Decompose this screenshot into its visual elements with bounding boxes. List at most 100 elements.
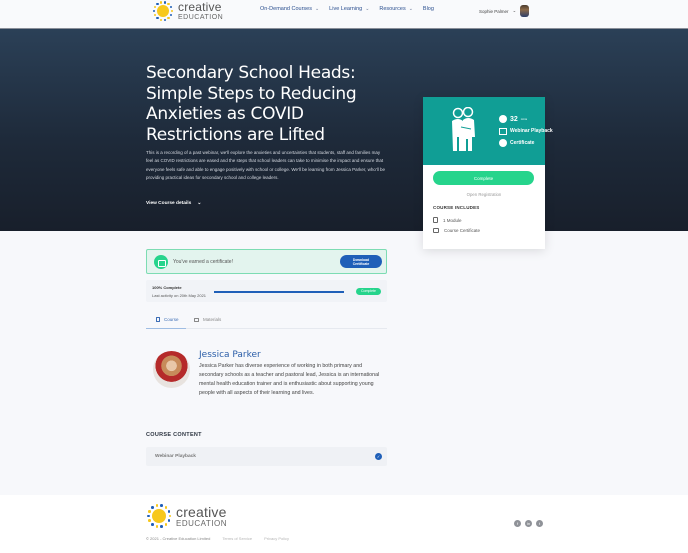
sun-ray bbox=[160, 525, 163, 528]
site-header: creative EDUCATION On-Demand Courses ⌄ L… bbox=[0, 0, 688, 29]
sun-ray bbox=[151, 523, 154, 526]
clock-icon bbox=[499, 115, 507, 123]
duration-unit: mins bbox=[520, 117, 528, 121]
sun-ray bbox=[151, 506, 154, 509]
hero-banner: Secondary School Heads: Simple Steps to … bbox=[0, 29, 688, 231]
people-illustration-icon bbox=[452, 107, 475, 151]
list-icon bbox=[194, 317, 199, 322]
sun-ray bbox=[148, 519, 151, 522]
webinar-icon bbox=[499, 127, 507, 135]
view-details-label: View Course details bbox=[146, 201, 192, 206]
sun-ray bbox=[155, 504, 159, 507]
tablet-icon bbox=[433, 217, 438, 223]
sun-ray bbox=[152, 9, 156, 13]
award-icon bbox=[499, 139, 507, 147]
include-item-certificate: Course Certificate bbox=[433, 228, 480, 233]
certificate-row: Certificate bbox=[499, 137, 553, 149]
sun-logo-icon bbox=[152, 1, 174, 22]
check-icon: ✓ bbox=[375, 453, 382, 460]
view-course-details-toggle[interactable]: View Course details ⌄ bbox=[146, 201, 201, 206]
instructor-bio: Jessica Parker has diverse experience of… bbox=[199, 363, 380, 396]
nav-label: Live Learning bbox=[329, 6, 363, 12]
nav-label: Resources bbox=[379, 6, 406, 12]
nav-on-demand-courses[interactable]: On-Demand Courses ⌄ bbox=[260, 6, 319, 12]
linkedin-icon[interactable]: in bbox=[525, 520, 532, 527]
sun-ray bbox=[160, 504, 163, 507]
nav-label: On-Demand Courses bbox=[260, 6, 312, 12]
sun-logo-icon bbox=[146, 504, 172, 528]
sun-ray bbox=[153, 5, 157, 9]
user-menu[interactable]: Sophie Palmer ⌄ bbox=[479, 5, 530, 17]
site-footer: creative EDUCATION © 2021 - Creative Edu… bbox=[0, 495, 688, 553]
course-description: This is a recording of a past webinar, w… bbox=[146, 150, 386, 180]
nav-label: Blog bbox=[422, 6, 434, 12]
course-includes-heading: COURSE INCLUDES bbox=[433, 205, 480, 210]
footer-legal: © 2021 - Creative Education Limited Term… bbox=[146, 536, 289, 541]
tab-course[interactable]: Course bbox=[156, 317, 179, 322]
instructor-avatar bbox=[153, 351, 190, 388]
course-title: Secondary School Heads: Simple Steps to … bbox=[146, 63, 357, 145]
progress-bar bbox=[214, 291, 344, 293]
logo-text-education: EDUCATION bbox=[176, 518, 228, 528]
sun-ray bbox=[163, 18, 167, 22]
download-certificate-button[interactable]: Download Certificate bbox=[340, 255, 382, 268]
terms-of-service-link[interactable]: Terms of Service bbox=[222, 536, 252, 541]
sun-ray bbox=[167, 519, 171, 522]
main-nav: On-Demand Courses ⌄ Live Learning ⌄ Reso… bbox=[260, 6, 434, 12]
card-header: 32 mins Webinar Playback Certificate bbox=[423, 97, 553, 165]
duration-row: 32 mins bbox=[499, 113, 553, 125]
sun-ray bbox=[168, 514, 172, 518]
button-label-line2: Certificate bbox=[352, 261, 370, 266]
sun-ray bbox=[156, 16, 159, 20]
certificate-label: Certificate bbox=[510, 140, 535, 146]
site-logo[interactable]: creative EDUCATION bbox=[152, 0, 223, 22]
chevron-down-icon: ⌄ bbox=[314, 6, 320, 12]
sun-ray bbox=[159, 18, 163, 22]
user-avatar[interactable] bbox=[520, 5, 530, 17]
sun-ray bbox=[167, 2, 170, 6]
duration-value: 32 bbox=[510, 115, 518, 123]
nav-resources[interactable]: Resources ⌄ bbox=[379, 6, 413, 12]
tab-label: Course bbox=[164, 317, 179, 322]
sun-ray bbox=[147, 514, 150, 518]
sun-ray bbox=[148, 510, 151, 513]
chevron-down-icon: ⌄ bbox=[512, 8, 517, 13]
nav-live-learning[interactable]: Live Learning ⌄ bbox=[329, 6, 369, 12]
privacy-policy-link[interactable]: Privacy Policy bbox=[264, 536, 289, 541]
course-tabs: Course Materials bbox=[146, 312, 387, 329]
course-content-heading: COURSE CONTENT bbox=[146, 432, 202, 438]
footer-logo[interactable]: creative EDUCATION bbox=[146, 504, 227, 528]
include-item-module: 1 Module bbox=[433, 217, 462, 223]
course-summary-card: 32 mins Webinar Playback Certificate Com… bbox=[423, 97, 553, 249]
twitter-icon[interactable]: t bbox=[536, 520, 543, 527]
certificate-badge-icon bbox=[154, 255, 168, 269]
include-label: Course Certificate bbox=[444, 228, 481, 233]
logo-text-creative: creative bbox=[178, 0, 222, 14]
complete-button[interactable]: Complete bbox=[433, 171, 534, 185]
include-label: 1 Module bbox=[443, 217, 462, 223]
sun-ray bbox=[170, 9, 174, 13]
sun-ray bbox=[164, 506, 168, 509]
logo-text-creative: creative bbox=[176, 503, 227, 520]
tab-materials[interactable]: Materials bbox=[194, 317, 221, 322]
tablet-icon bbox=[156, 317, 160, 322]
progress-bar-fill bbox=[214, 291, 344, 293]
social-links: f in t bbox=[514, 520, 543, 527]
certificate-message: You've earned a certificate! bbox=[173, 259, 233, 265]
active-tab-indicator bbox=[146, 328, 186, 329]
content-item[interactable]: Webinar Playback ✓ bbox=[146, 447, 387, 466]
sun-ray bbox=[156, 2, 159, 6]
last-activity: Last activity on 20th May 2021 bbox=[152, 293, 207, 298]
sun-ray bbox=[163, 1, 167, 4]
sun-ray bbox=[167, 16, 170, 20]
sun-ray bbox=[167, 510, 171, 513]
facebook-icon[interactable]: f bbox=[514, 520, 521, 527]
sun-ray bbox=[159, 1, 163, 4]
user-name: Sophie Palmer bbox=[479, 8, 509, 14]
nav-blog[interactable]: Blog bbox=[423, 6, 434, 12]
instructor-name: Jessica Parker bbox=[199, 350, 261, 360]
chevron-down-icon: ⌄ bbox=[365, 6, 370, 12]
sun-ray bbox=[169, 13, 173, 17]
format-label: Webinar Playback bbox=[510, 128, 553, 134]
sun-ray bbox=[169, 5, 173, 9]
